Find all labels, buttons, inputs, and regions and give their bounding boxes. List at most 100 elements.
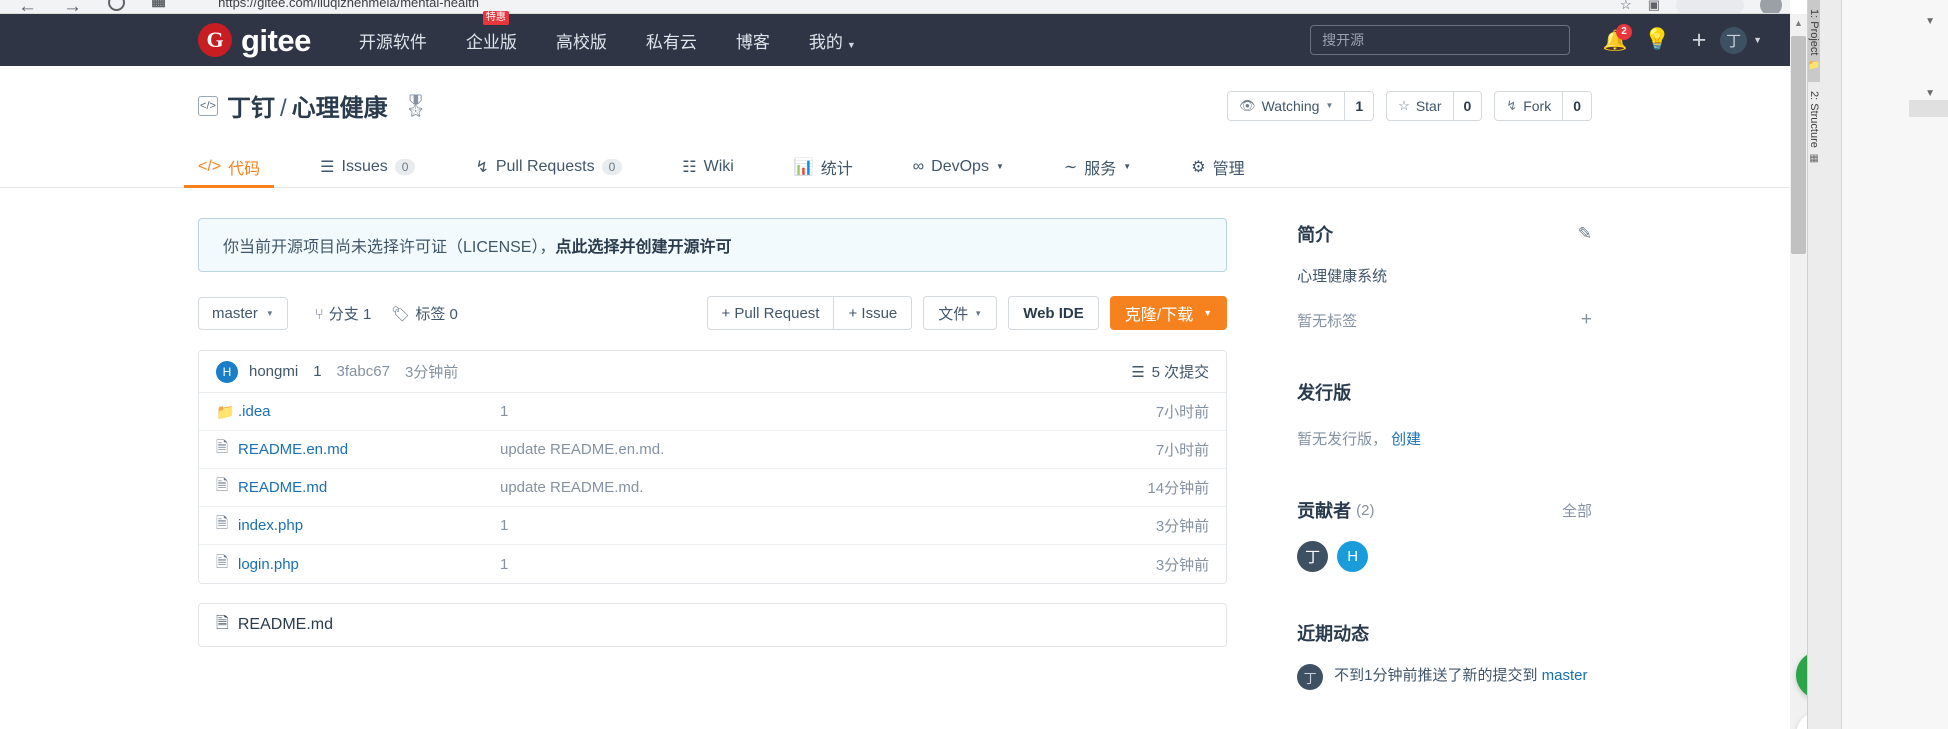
avatar[interactable]: 丁 — [1297, 541, 1329, 572]
apps-grid-icon[interactable]: ▦ — [151, 0, 166, 9]
new-pull-request-button[interactable]: + Pull Request — [708, 297, 834, 329]
branch-selector[interactable]: master ▼ — [198, 296, 288, 330]
sidebar-section-activity: 近期动态 丁 不到1分钟前推送了新的提交到 master — [1297, 620, 1592, 690]
tab-services[interactable]: ∼ 服务 ▼ — [1064, 146, 1131, 187]
commit-author[interactable]: hongmi — [249, 363, 298, 380]
watch-button[interactable]: 👁 Watching ▼ 1 — [1227, 90, 1375, 121]
avatar[interactable]: 丁 — [1297, 664, 1324, 690]
create-button-pair: + Pull Request + Issue — [706, 296, 913, 330]
activity-branch-link[interactable]: master — [1542, 667, 1588, 684]
notifications-button[interactable]: 🔔 2 — [1594, 23, 1636, 53]
ideas-button[interactable]: 💡 — [1636, 28, 1678, 52]
commit-message[interactable]: 1 — [313, 363, 321, 380]
license-create-link[interactable]: 点此选择并创建开源许可 — [555, 233, 731, 257]
new-issue-button[interactable]: + Issue — [833, 297, 911, 329]
nav-item-mine[interactable]: 我的 ▼ — [809, 28, 856, 53]
latest-commit-bar: H hongmi 1 3fabc67 3分钟前 ☰ 5 次提交 — [199, 351, 1227, 393]
gitee-logo[interactable]: G gitee — [198, 23, 311, 57]
screen: ← → ▦ https://gitee.com/liuqizhenmeia/me… — [0, 0, 1948, 729]
web-ide-button[interactable]: Web IDE — [1008, 296, 1099, 330]
table-row[interactable]: 🗎 README.en.md update README.en.md. 7小时前 — [199, 431, 1227, 469]
bookmark-icon[interactable]: ☆ — [1620, 0, 1632, 13]
tab-wiki[interactable]: ☷ Wiki — [682, 146, 734, 187]
table-row[interactable]: 🗎 index.php 1 3分钟前 — [199, 507, 1227, 545]
table-row[interactable]: 🗎 login.php 1 3分钟前 — [199, 545, 1226, 583]
releases-title: 发行版 — [1297, 383, 1352, 403]
file-icon: 🗎 — [216, 477, 229, 494]
clone-download-button[interactable]: 克隆/下载 ▼ — [1109, 296, 1228, 330]
license-notice: 你当前开源项目尚未选择许可证（LICENSE）， 点此选择并创建开源许可 — [198, 218, 1228, 272]
reload-icon[interactable] — [108, 0, 125, 11]
plus-icon[interactable]: + — [1581, 309, 1592, 331]
forward-arrow-icon[interactable]: → — [63, 0, 82, 13]
chevron-down-icon: ▼ — [265, 308, 274, 318]
star-label-wrap[interactable]: ☆ Star — [1387, 92, 1452, 120]
tab-pull-requests[interactable]: ↯ Pull Requests 0 — [475, 146, 623, 187]
edit-icon[interactable]: ✎ — [1578, 224, 1592, 244]
nav-item-enterprise[interactable]: 特惠 企业版 — [466, 10, 517, 53]
chevron-down-icon[interactable]: ▼ — [1925, 16, 1935, 27]
star-button[interactable]: ☆ Star 0 — [1386, 90, 1483, 121]
commit-sha[interactable]: 3fabc67 — [337, 363, 390, 380]
page-title: 丁钉 / 心理健康 — [227, 88, 388, 123]
commits-count-link[interactable]: ☰ 5 次提交 — [1131, 361, 1209, 382]
file-name[interactable]: README.md — [238, 479, 500, 496]
chevron-down-icon[interactable]: ▼ — [1925, 88, 1935, 99]
page-scrollbar[interactable]: ▲ — [1790, 14, 1807, 729]
extensions-icon[interactable]: ▣ — [1648, 0, 1660, 13]
create-new-button[interactable]: + — [1678, 26, 1720, 55]
search-input[interactable] — [1310, 25, 1571, 55]
nav-item-university[interactable]: 高校版 — [556, 28, 607, 53]
nav-item-blog[interactable]: 博客 — [736, 28, 770, 53]
gitee-top-navbar: G gitee 开源软件 特惠 企业版 高校版 私有云 博客 我的 ▼ 搜开源 … — [0, 10, 1790, 66]
table-row[interactable]: 📁 .idea 1 7小时前 — [199, 393, 1227, 431]
scroll-up-arrow-icon[interactable]: ▲ — [1790, 14, 1807, 31]
notification-badge: 2 — [1616, 23, 1633, 40]
create-release-link[interactable]: 创建 — [1391, 428, 1421, 449]
fork-button[interactable]: ↯ Fork 0 — [1494, 90, 1592, 121]
files-dropdown-button[interactable]: 文件 ▼ — [923, 296, 998, 330]
repo-owner[interactable]: 丁钉 — [227, 95, 275, 122]
avatar[interactable]: H — [1337, 541, 1369, 572]
file-name[interactable]: .idea — [238, 403, 500, 420]
contributors-all-link[interactable]: 全部 — [1562, 500, 1592, 521]
topnav-icon-group: 🔔 2 💡 + 丁 ▼ — [1594, 23, 1762, 55]
ide-right-panel: ▼ ▼ — [1842, 0, 1948, 729]
tab-issues[interactable]: ☰ Issues 0 — [320, 146, 416, 187]
file-name[interactable]: login.php — [238, 556, 500, 573]
browser-chrome: ← → ▦ https://gitee.com/liuqizhenmeia/me… — [0, 0, 1790, 14]
user-menu-button[interactable]: 丁 ▼ — [1720, 26, 1762, 54]
back-arrow-icon[interactable]: ← — [18, 0, 37, 13]
file-commit-message: update README.md. — [500, 479, 644, 496]
tab-label: 统计 — [820, 160, 853, 178]
scrollbar-thumb[interactable] — [1791, 36, 1806, 254]
avatar: H — [216, 360, 238, 383]
fork-label-wrap[interactable]: ↯ Fork — [1495, 92, 1562, 120]
repo-name[interactable]: 心理健康 — [292, 95, 388, 122]
releases-empty-row: 暂无发行版， 创建 — [1297, 428, 1592, 449]
tags-link[interactable]: 🏷 标签 0 — [391, 303, 458, 324]
nav-item-private-cloud[interactable]: 私有云 — [646, 28, 697, 53]
profile-avatar-icon[interactable] — [1760, 0, 1782, 13]
lightbulb-icon: 💡 — [1644, 28, 1671, 51]
watch-label-wrap[interactable]: 👁 Watching ▼ — [1228, 92, 1344, 120]
ide-tab-project[interactable]: 1: Project 📁 — [1808, 0, 1820, 82]
tab-label: Pull Requests — [495, 157, 595, 175]
sidebar-section-releases: 发行版 暂无发行版， 创建 — [1297, 379, 1592, 449]
tab-devops[interactable]: ∞ DevOps ▼ — [913, 146, 1004, 187]
tab-code[interactable]: </> 代码 — [183, 146, 275, 188]
table-row[interactable]: 🗎 README.md update README.md. 14分钟前 — [199, 469, 1227, 507]
tab-statistics[interactable]: 📊 统计 — [794, 146, 853, 187]
tab-manage[interactable]: ⚙ 管理 — [1191, 146, 1244, 187]
nav-label: 私有云 — [645, 32, 697, 52]
address-bar[interactable]: https://gitee.com/liuqizhenmeia/mental-h… — [218, 0, 479, 10]
chrome-pill-button[interactable] — [1676, 0, 1744, 13]
file-name[interactable]: index.php — [238, 517, 500, 534]
pulse-icon: ∼ — [1063, 158, 1078, 176]
branches-link[interactable]: ⑂ 分支 1 — [315, 303, 372, 324]
ide-tab-structure[interactable]: 2: Structure ▦ — [1808, 82, 1820, 173]
tab-label: DevOps — [931, 157, 989, 175]
nav-item-opensource[interactable]: 开源软件 — [359, 28, 427, 53]
repo-action-buttons: 👁 Watching ▼ 1 ☆ Star 0 ↯ Fork 0 — [1227, 90, 1592, 121]
file-name[interactable]: README.en.md — [238, 441, 500, 458]
